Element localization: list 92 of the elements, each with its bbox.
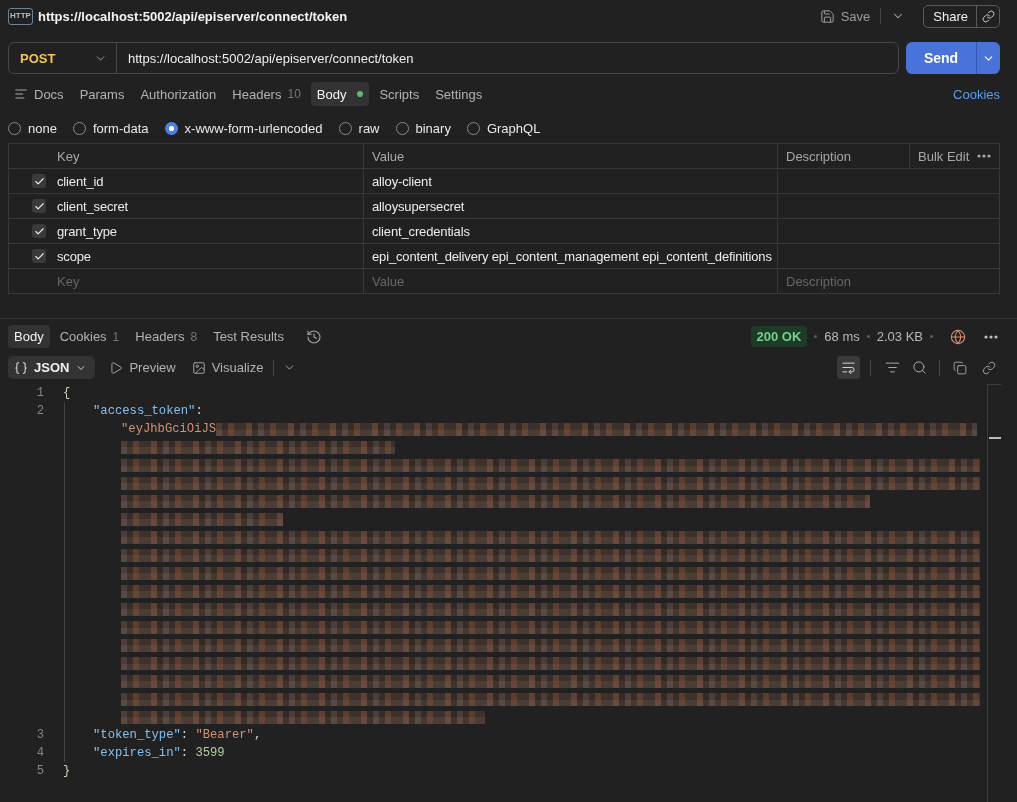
request-tab[interactable]: Scripts — [373, 82, 426, 106]
method-select[interactable]: POST — [9, 43, 117, 73]
checkbox[interactable] — [32, 174, 46, 188]
separator-dot-icon — [814, 335, 818, 338]
tab-count: 8 — [190, 329, 198, 344]
checkbox[interactable] — [32, 199, 46, 213]
code-line: "expires_in": 3599 — [93, 745, 225, 762]
value-field[interactable]: alloysupersecret — [363, 194, 777, 218]
code-line: "access_token": — [93, 403, 203, 420]
response-time: 68 ms — [824, 329, 860, 344]
column-header: Value — [363, 144, 777, 168]
link-icon — [981, 9, 995, 23]
share-button[interactable]: Share — [924, 5, 977, 27]
response-tab[interactable]: Headers 8 — [129, 325, 204, 348]
play-icon — [109, 360, 124, 375]
code-string: "eyJhbGciOiJS — [121, 421, 217, 438]
image-icon — [191, 360, 206, 375]
code-line: "token_type": "Bearer", — [93, 727, 262, 744]
value-field[interactable]: alloy-client — [363, 169, 777, 193]
response-tab[interactable]: Body — [8, 325, 50, 348]
scrollbar-track[interactable] — [987, 384, 1001, 802]
save-button[interactable]: Save — [815, 4, 875, 28]
key-field[interactable]: grant_type — [49, 219, 363, 243]
request-tab[interactable]: Settings — [429, 82, 489, 106]
key-field[interactable]: client_id — [49, 169, 363, 193]
request-tab[interactable]: Body — [310, 82, 370, 106]
link-icon — [981, 360, 996, 375]
cookies-link[interactable]: Cookies — [953, 86, 1000, 102]
code-line: { — [63, 385, 71, 402]
value-input[interactable]: Value — [363, 269, 777, 293]
separator-dot-icon — [866, 335, 870, 338]
braces-icon — [14, 360, 28, 375]
line-number: 3 — [35, 727, 45, 744]
response-size: 2.03 KB — [876, 329, 923, 344]
filter-icon — [885, 360, 900, 375]
line-number: 2 — [35, 403, 45, 420]
body-type-option[interactable]: binary — [395, 120, 451, 136]
wrap-lines-button[interactable] — [837, 356, 860, 379]
history-button[interactable] — [305, 328, 322, 345]
more-icon — [984, 334, 998, 339]
more-icon — [977, 154, 991, 158]
key-input[interactable]: Key — [49, 269, 363, 293]
checkbox[interactable] — [32, 224, 46, 238]
column-header: Description — [777, 144, 909, 168]
tab-count: 1 — [112, 329, 120, 344]
response-tab[interactable]: Cookies 1 — [53, 325, 126, 348]
description-input[interactable]: Description — [777, 269, 999, 293]
body-type-option[interactable]: raw — [338, 120, 380, 136]
checkbox[interactable] — [32, 249, 46, 263]
body-type-option[interactable]: GraphQL — [466, 120, 541, 136]
copy-icon — [952, 360, 967, 375]
request-title: https://localhost:5002/api/episerver/connect/token — [38, 8, 348, 24]
line-number: 5 — [35, 763, 45, 780]
send-button[interactable]: Send — [906, 42, 976, 74]
check-icon — [33, 200, 45, 212]
http-badge: HTTP — [8, 7, 33, 25]
view-button[interactable]: Preview — [103, 356, 182, 379]
globe-icon — [949, 328, 966, 345]
response-tab[interactable]: Test Results — [207, 325, 290, 348]
line-number: 4 — [35, 745, 45, 762]
url-field[interactable]: https://localhost:5002/api/episerver/connect/token — [117, 50, 414, 66]
check-icon — [33, 250, 45, 262]
column-header: Key — [56, 147, 81, 166]
status-badge: 200 OK — [750, 326, 808, 347]
request-tab[interactable]: Params — [73, 82, 131, 106]
wrap-text-icon — [841, 360, 856, 375]
radio-icon[interactable] — [164, 121, 178, 135]
line-number: 1 — [35, 385, 45, 402]
history-icon — [305, 328, 322, 345]
tab-count: 10 — [287, 87, 301, 101]
check-icon — [33, 225, 45, 237]
key-field[interactable]: scope — [49, 244, 363, 268]
scroll-marker — [989, 437, 1001, 439]
value-field[interactable]: client_credentials — [363, 219, 777, 243]
request-tab[interactable]: Docs — [8, 82, 70, 106]
separator-dot-icon — [930, 335, 933, 338]
body-type-option[interactable]: none — [8, 120, 57, 136]
key-field[interactable]: client_secret — [49, 194, 363, 218]
request-tab[interactable]: Headers 10 — [226, 82, 307, 106]
docs-icon — [14, 87, 28, 101]
format-select[interactable]: JSON — [8, 356, 96, 379]
request-tab[interactable]: Authorization — [134, 82, 223, 106]
check-icon — [33, 175, 45, 187]
send-options-button[interactable] — [976, 42, 1000, 74]
body-type-option[interactable]: x-www-form-urlencoded — [164, 120, 323, 136]
search-icon — [912, 360, 927, 375]
view-button[interactable]: Visualize — [185, 356, 270, 379]
save-icon — [819, 8, 835, 24]
code-line: } — [63, 763, 71, 780]
body-type-option[interactable]: form-data — [72, 120, 149, 136]
value-field[interactable]: epi_content_delivery epi_content_management epi_content_definitions — [363, 244, 777, 268]
bulk-edit-button[interactable]: Bulk Edit — [918, 148, 970, 164]
